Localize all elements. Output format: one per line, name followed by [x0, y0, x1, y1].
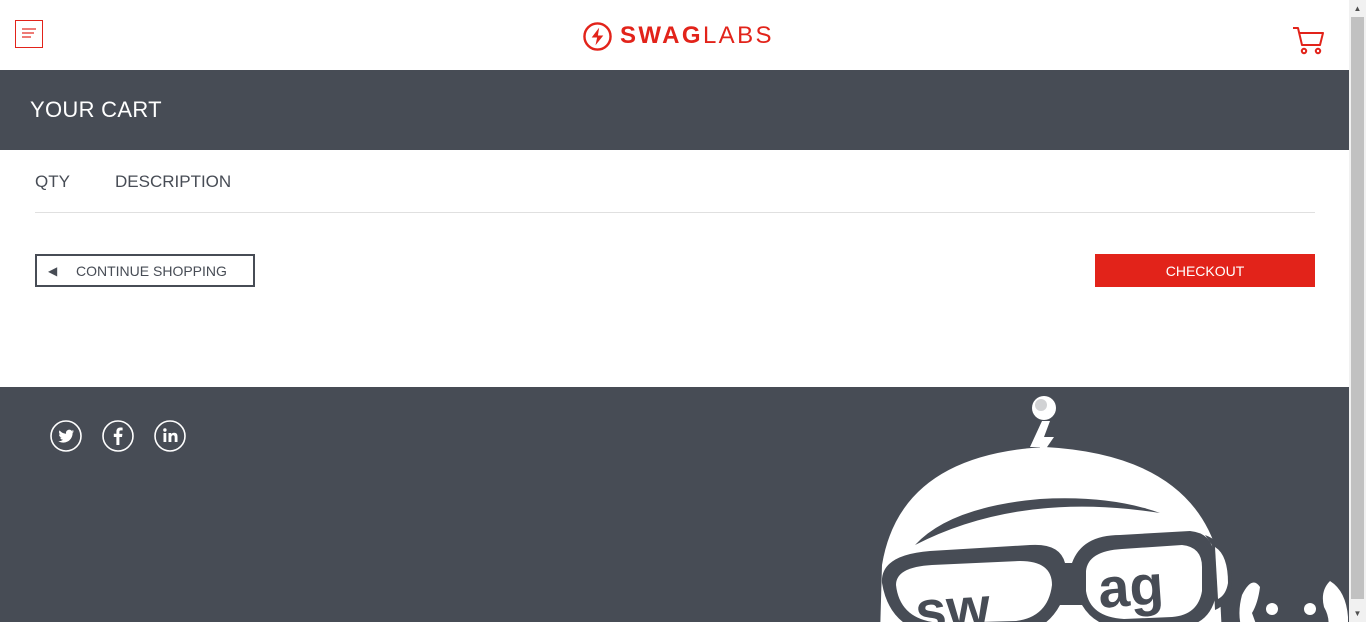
twitter-link[interactable]: [50, 420, 82, 452]
scrollbar-thumb[interactable]: [1351, 17, 1364, 599]
cart-header-divider: [35, 212, 1315, 213]
shopping-cart-link[interactable]: [1291, 24, 1325, 56]
checkout-button[interactable]: CHECKOUT: [1095, 254, 1315, 287]
linkedin-link[interactable]: [154, 420, 186, 452]
shopping-cart-icon: [1293, 27, 1324, 55]
continue-shopping-label: CONTINUE SHOPPING: [76, 262, 227, 279]
app-header: SWAGLABS: [0, 0, 1349, 70]
app-logo: SWAGLABS: [583, 21, 774, 51]
mascot-text-sw: sw: [913, 575, 992, 622]
twitter-icon: [50, 420, 82, 452]
logo-text-swag: SWAG: [620, 22, 703, 49]
facebook-icon: [102, 420, 134, 452]
page: SWAGLABS YOUR CART QTY DESCRIPTION ◀ CON…: [0, 0, 1349, 622]
page-title: YOUR CART: [30, 97, 162, 122]
cart-qty-header: QTY: [35, 172, 70, 191]
mascot-text-ag: ag: [1096, 552, 1166, 619]
facebook-link[interactable]: [102, 420, 134, 452]
page-title-bar: YOUR CART: [0, 70, 1349, 150]
scroll-down-arrow-icon[interactable]: ▼: [1349, 605, 1366, 622]
menu-button[interactable]: [15, 20, 43, 48]
swag-bolt-logo-icon: [583, 21, 612, 51]
scroll-up-arrow-icon[interactable]: ▲: [1349, 0, 1366, 17]
cart-description-header: DESCRIPTION: [115, 172, 232, 191]
page-footer: sw ag: [0, 387, 1349, 622]
logo-text-labs: LABS: [702, 22, 774, 49]
back-arrow-icon: ◀: [48, 263, 58, 278]
linkedin-icon: [154, 420, 186, 452]
continue-shopping-button[interactable]: ◀ CONTINUE SHOPPING: [35, 254, 255, 287]
swag-robot-mascot-image: sw ag: [880, 396, 1348, 622]
hamburger-menu-icon: [22, 28, 36, 38]
logo-wordmark: SWAGLABS: [620, 21, 774, 51]
vertical-scrollbar[interactable]: ▲ ▼: [1349, 0, 1366, 622]
checkout-label: CHECKOUT: [1165, 262, 1245, 279]
